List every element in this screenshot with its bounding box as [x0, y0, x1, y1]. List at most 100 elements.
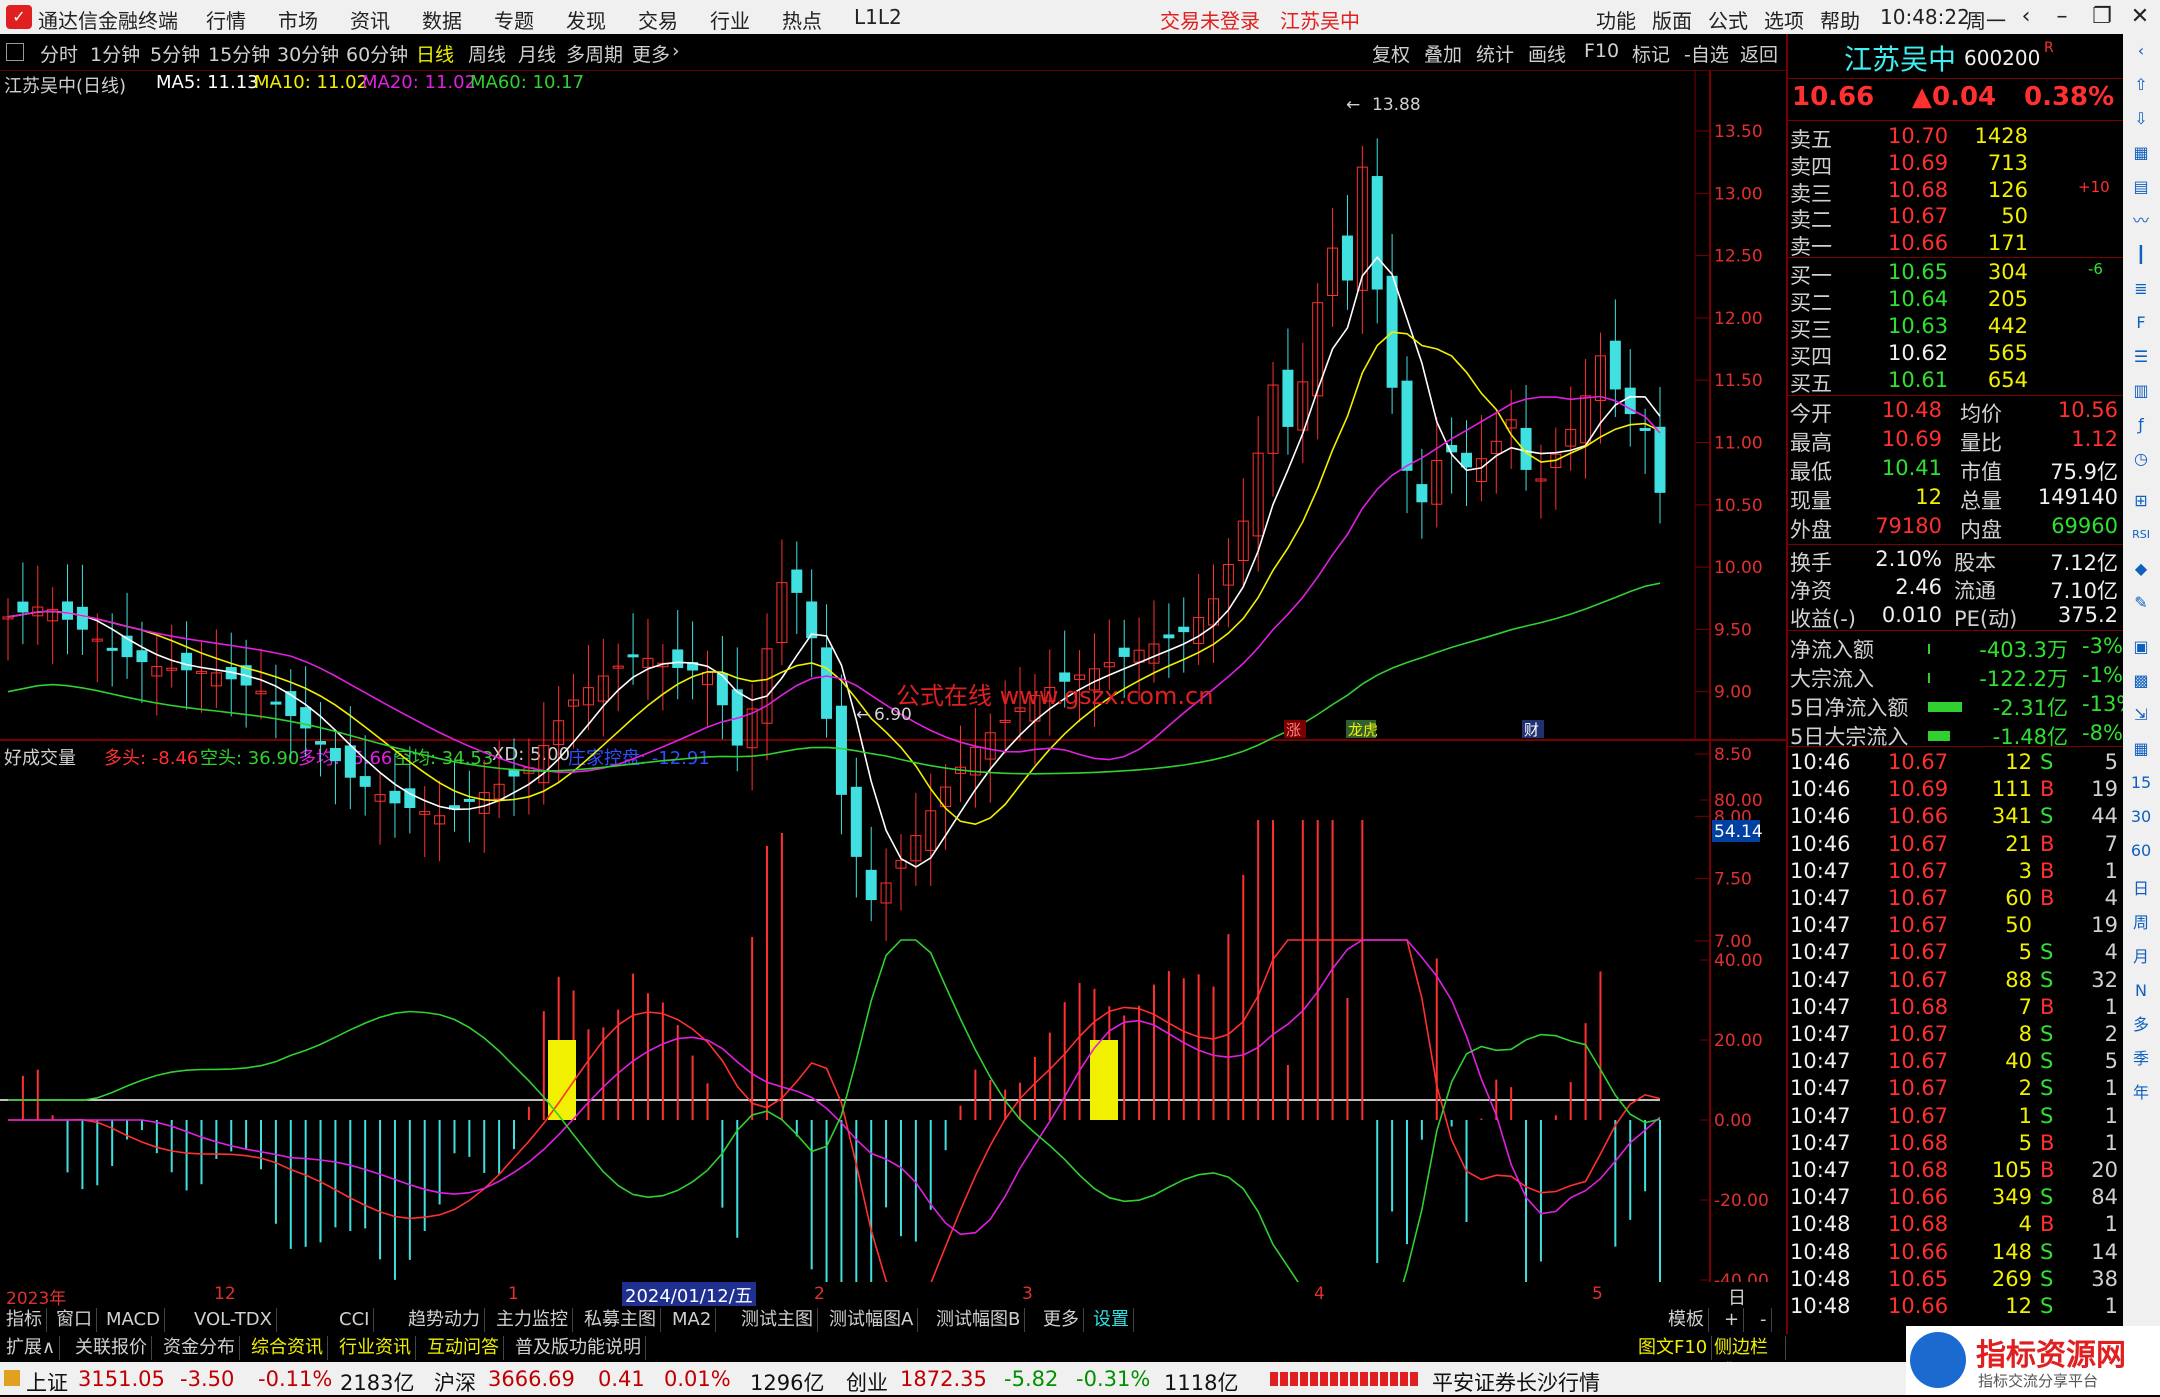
chevron-right-icon[interactable]: ›: [672, 40, 680, 62]
indicator-tab[interactable]: 测试幅图B: [932, 1308, 1026, 1332]
period-multi[interactable]: 多周期: [566, 40, 623, 67]
tool-fanhui[interactable]: 返回: [1740, 40, 1778, 67]
menu-hangqing[interactable]: 行情: [206, 5, 246, 34]
period-1min[interactable]: 1分钟: [90, 40, 140, 67]
indicator-tab[interactable]: 主力监控: [492, 1308, 573, 1332]
side-season[interactable]: 季: [2128, 1046, 2154, 1072]
period-weekly[interactable]: 周线: [468, 40, 506, 67]
period-more[interactable]: 更多: [632, 40, 670, 67]
period-15min[interactable]: 15分钟: [208, 40, 270, 67]
marker-longhu[interactable]: 龙虎: [1348, 721, 1378, 739]
extension-tab[interactable]: 扩展∧: [2, 1336, 61, 1360]
sh-name[interactable]: 上证: [26, 1367, 68, 1397]
line-chart-icon[interactable]: 〰: [2128, 208, 2154, 234]
template-tab[interactable]: +: [1720, 1308, 1745, 1332]
menu-bangzhu[interactable]: 帮助: [1820, 5, 1860, 34]
table-icon[interactable]: ▤: [2128, 174, 2154, 200]
calc-icon[interactable]: ▩: [2128, 668, 2154, 694]
close-icon[interactable]: ✕: [2124, 2, 2156, 32]
period-daily[interactable]: 日线: [416, 40, 454, 67]
tool-biaoji[interactable]: 标记: [1632, 40, 1670, 67]
panel-toggle-icon[interactable]: [6, 43, 24, 61]
indicator-tab[interactable]: 窗口: [52, 1308, 97, 1332]
menu-shichang[interactable]: 市场: [278, 5, 318, 34]
side-30[interactable]: 30: [2128, 804, 2154, 830]
extension-tab[interactable]: 行业资讯: [335, 1336, 416, 1360]
menu-faxian[interactable]: 发现: [566, 5, 606, 34]
side-multi[interactable]: 多: [2128, 1012, 2154, 1038]
side-year[interactable]: 年: [2128, 1080, 2154, 1106]
indicator-tab[interactable]: MA2: [668, 1308, 717, 1332]
indicator-tab[interactable]: 指标: [2, 1308, 47, 1332]
menu-zixun[interactable]: 资讯: [350, 5, 390, 34]
menu-l1l2[interactable]: L1L2: [854, 5, 902, 29]
period-5min[interactable]: 5分钟: [150, 40, 200, 67]
period-60min[interactable]: 60分钟: [346, 40, 408, 67]
indicator-tab[interactable]: 私募主图: [580, 1308, 661, 1332]
chart-icon[interactable]: ▦: [2128, 140, 2154, 166]
period-monthly[interactable]: 月线: [518, 40, 556, 67]
menu-gongneng[interactable]: 功能: [1596, 5, 1636, 34]
menu-redian[interactable]: 热点: [782, 5, 822, 34]
kline-chart[interactable]: 13.50 13.00 12.50 12.00 11.50 11.00 10.50 10.00…: [0, 70, 1786, 1282]
grid2-icon[interactable]: ▦: [2128, 736, 2154, 762]
indicator-tab[interactable]: 更多: [1039, 1308, 1084, 1332]
side-tab[interactable]: 侧边栏《: [1710, 1336, 1786, 1382]
cy-name[interactable]: 创业: [846, 1367, 888, 1397]
template-tab[interactable]: -: [1756, 1308, 1772, 1332]
side-n[interactable]: N: [2128, 978, 2154, 1004]
menu-gongshi[interactable]: 公式: [1708, 5, 1748, 34]
kline-icon[interactable]: ⊞: [2128, 488, 2154, 514]
diamond-icon[interactable]: ◆: [2128, 556, 2154, 582]
side-60[interactable]: 60: [2128, 838, 2154, 864]
menu-jiaoyi[interactable]: 交易: [638, 5, 678, 34]
tool-diejia[interactable]: 叠加: [1424, 40, 1462, 67]
list-icon[interactable]: ☰: [2128, 344, 2154, 370]
template-tab[interactable]: 模板: [1664, 1308, 1709, 1332]
side-tab[interactable]: 图文F10: [1634, 1336, 1713, 1360]
candle-icon[interactable]: ┃: [2128, 242, 2154, 268]
side-day[interactable]: 日: [2128, 876, 2154, 902]
extension-tab[interactable]: 综合资讯: [247, 1336, 328, 1360]
indicator-tab[interactable]: 趋势动力: [404, 1308, 485, 1332]
menu-hangye[interactable]: 行业: [710, 5, 750, 34]
f10-icon[interactable]: F: [2128, 310, 2154, 336]
collapse-icon[interactable]: ‹: [2128, 38, 2154, 64]
clock-icon[interactable]: ◷: [2128, 446, 2154, 472]
pen-icon[interactable]: ✎: [2128, 590, 2154, 616]
indicator-tab[interactable]: VOL-TDX: [190, 1308, 277, 1332]
extension-tab[interactable]: 普及版功能说明: [511, 1336, 646, 1360]
indicator-tab[interactable]: 测试主图: [737, 1308, 818, 1332]
hs-name[interactable]: 沪深: [434, 1367, 476, 1397]
indicator-tab[interactable]: 设置: [1089, 1308, 1134, 1332]
period-fenshi[interactable]: 分时: [40, 40, 78, 67]
extension-tab[interactable]: 关联报价: [71, 1336, 152, 1360]
screen-icon[interactable]: ▣: [2128, 634, 2154, 660]
tool-f10[interactable]: F10: [1584, 40, 1619, 62]
extension-tab[interactable]: 资金分布: [159, 1336, 240, 1360]
side-week[interactable]: 周: [2128, 910, 2154, 936]
grid-icon[interactable]: ▥: [2128, 378, 2154, 404]
marker-zhang[interactable]: 涨: [1286, 721, 1301, 739]
login-warning[interactable]: 交易未登录: [1160, 5, 1260, 34]
minimize-icon[interactable]: –: [2046, 2, 2078, 32]
restore-icon[interactable]: ❐: [2086, 2, 2118, 32]
export-icon[interactable]: ⇲: [2128, 702, 2154, 728]
extension-tab[interactable]: 互动问答: [423, 1336, 504, 1360]
indicator-tab[interactable]: 测试幅图A: [825, 1308, 919, 1332]
tool-zixuan[interactable]: -自选: [1684, 40, 1729, 67]
menu-shuju[interactable]: 数据: [422, 5, 462, 34]
side-15[interactable]: 15: [2128, 770, 2154, 796]
period-30min[interactable]: 30分钟: [277, 40, 339, 67]
tool-fuquan[interactable]: 复权: [1372, 40, 1410, 67]
menu-zhuanti[interactable]: 专题: [494, 5, 534, 34]
menu-xuanxiang[interactable]: 选项: [1764, 5, 1804, 34]
arrow-up-icon[interactable]: ⇧: [2128, 72, 2154, 98]
tool-tongji[interactable]: 统计: [1476, 40, 1514, 67]
back-icon[interactable]: ‹: [2010, 2, 2042, 32]
side-rsi[interactable]: RSI: [2128, 522, 2154, 548]
menu-banmian[interactable]: 版面: [1652, 5, 1692, 34]
arrow-down-icon[interactable]: ⇩: [2128, 106, 2154, 132]
marker-cai[interactable]: 财: [1524, 721, 1539, 739]
news-icon[interactable]: ≣: [2128, 276, 2154, 302]
